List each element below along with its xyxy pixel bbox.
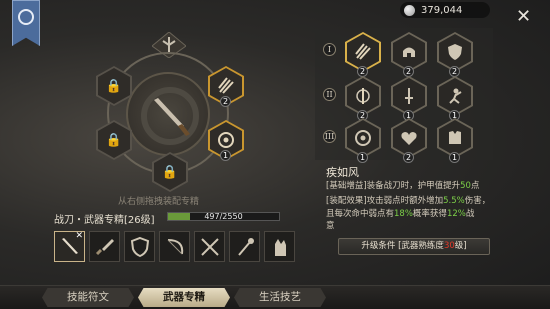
close-icon[interactable]: ✕ [516, 8, 531, 26]
skill-node-sword-ring[interactable]: 2 [345, 76, 381, 121]
fighter-icon [449, 88, 462, 104]
skill-node-shield[interactable]: 2 [437, 32, 473, 77]
weapon-slot-shield[interactable] [124, 231, 155, 262]
progress-text: 497/2550 [204, 212, 243, 221]
wheel-slot-equipped-2[interactable]: 1 [208, 120, 244, 161]
skill-node-claw[interactable]: 2 [345, 32, 381, 77]
skill-desc-line-1: [基础增益]装备战刀时，护甲值提升50点 [326, 181, 480, 191]
staff-icon [237, 237, 254, 256]
silver-coin-icon [404, 4, 415, 16]
slot-level-badge: 2 [220, 96, 231, 107]
tier-label: III [323, 130, 336, 143]
shield-target-icon [218, 132, 234, 148]
lock-icon: 🔒 [105, 132, 123, 148]
drag-hint: 从右侧拖拽装配专精 [118, 197, 200, 207]
wheel-slot-locked-1[interactable]: 🔒 [96, 66, 132, 106]
skill-name: 疾如风 [326, 166, 359, 179]
crossed-blades-icon [200, 237, 219, 256]
dagger-icon [95, 238, 114, 255]
gauntlet-icon [274, 238, 286, 256]
weapon-slot-crossed-blades[interactable] [194, 231, 225, 262]
skill-node-shield-target[interactable]: 1 [345, 118, 381, 163]
chest-armor-icon [449, 131, 461, 144]
skill-desc-line-4: 意 [326, 221, 335, 231]
currency-amount: 379,044 [421, 4, 463, 16]
helmet-icon [403, 47, 415, 57]
tier-label: I [323, 43, 336, 56]
lock-icon: 🔒 [161, 164, 179, 180]
node-level-badge: 2 [403, 152, 414, 163]
mastery-title: 战刀・武器专精[26级] [54, 215, 155, 226]
shield-icon [130, 236, 149, 257]
wheel-slot-locked-3[interactable]: 🔒 [152, 152, 188, 192]
sword-ring-icon [356, 88, 370, 104]
skill-node-fighter[interactable]: 1 [437, 76, 473, 121]
mastery-progress-bar: 497/2550 [167, 212, 280, 221]
equipped-weapon-display [126, 72, 210, 156]
slot-level-badge: 1 [220, 150, 231, 161]
blade-icon [141, 87, 199, 145]
skill-node-sword-up[interactable]: 1 [391, 76, 427, 121]
weapon-slot-staff[interactable] [229, 231, 260, 262]
weapon-slot-gauntlet[interactable] [264, 231, 295, 262]
currency-display: 379,044 [400, 2, 490, 18]
wheel-slot-equipped-1[interactable]: 2 [208, 66, 244, 107]
shield-target-icon [355, 130, 371, 146]
node-level-badge: 1 [357, 152, 368, 163]
claw-icon [218, 77, 234, 94]
skill-node-helmet[interactable]: 2 [391, 32, 427, 77]
claw-icon [355, 43, 371, 60]
tab-weapon-mastery[interactable]: 武器专精 [138, 288, 230, 307]
weapon-slot-blade[interactable]: ✕ [54, 231, 85, 262]
skill-desc-line-2: [装配效果]攻击弱点时额外增加5.5%伤害，且每次命中弱点有18%概率获得12%… [326, 196, 491, 219]
tab-life-skills[interactable]: 生活技艺 [234, 288, 326, 307]
weapon-slot-dagger[interactable] [89, 231, 120, 262]
tab-skill-runes[interactable]: 技能符文 [42, 288, 134, 307]
unequip-icon[interactable]: ✕ [75, 231, 83, 241]
sword-up-icon [405, 88, 413, 104]
tier-label: II [323, 88, 336, 101]
shield-icon [448, 44, 462, 60]
skill-node-heart[interactable]: 2 [391, 118, 427, 163]
skill-node-chest-armor[interactable]: 1 [437, 118, 473, 163]
bow-icon [167, 238, 183, 254]
guild-banner-icon [12, 0, 40, 46]
node-level-badge: 1 [449, 152, 460, 163]
heart-icon [401, 132, 417, 145]
weapon-slot-bow[interactable] [159, 231, 190, 262]
upgrade-condition-button[interactable]: 升级条件 [武器熟练度30级] [338, 238, 490, 255]
wheel-slot-locked-2[interactable]: 🔒 [96, 120, 132, 160]
lock-icon: 🔒 [105, 78, 123, 94]
